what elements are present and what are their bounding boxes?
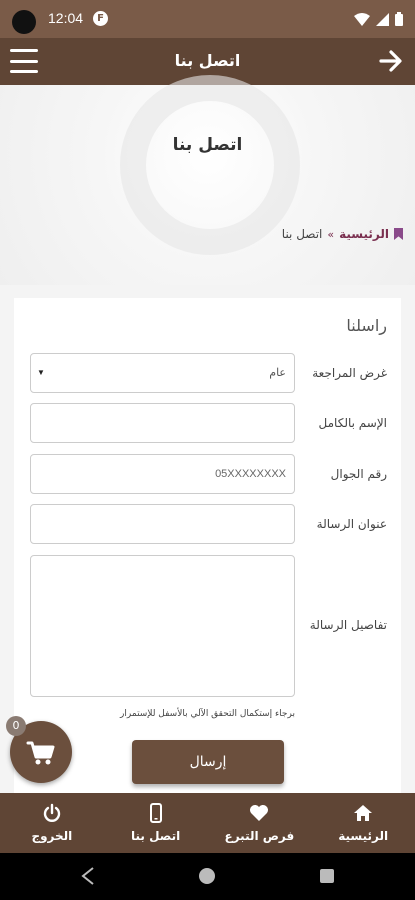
heart-icon — [250, 805, 269, 821]
breadcrumb-home-link[interactable]: الرئيسية — [339, 227, 389, 241]
system-home-icon[interactable] — [199, 868, 215, 884]
status-time: 12:04 — [48, 10, 84, 26]
page-header: اتصل بنا الرئيسية » اتصل بنا — [0, 75, 415, 285]
purpose-value: عام — [269, 367, 286, 379]
phone-icon — [149, 803, 162, 823]
mobile-input[interactable]: 05XXXXXXXX — [30, 454, 295, 494]
breadcrumb: الرئيسية » اتصل بنا — [282, 227, 403, 241]
dropdown-arrow-icon: ▼ — [37, 368, 45, 377]
full-name-label: الإسم بالكامل — [318, 416, 387, 430]
nav-item-home[interactable]: الرئيسية — [311, 793, 415, 853]
system-nav-bar — [0, 853, 415, 900]
subject-input[interactable] — [30, 504, 295, 544]
nav-label-contact: اتصل بنا — [131, 829, 181, 843]
subject-label: عنوان الرسالة — [316, 517, 387, 531]
decorative-ring — [120, 75, 300, 255]
system-recents-icon[interactable] — [320, 869, 334, 883]
full-name-input[interactable] — [30, 403, 295, 443]
power-icon — [43, 803, 61, 822]
signal-icon — [376, 12, 389, 26]
captcha-note: برجاء إستكمال التحقق الآلي بالأسفل للإست… — [120, 709, 295, 719]
contact-form-card: راسلنا غرض المراجعة عام ▼ الإسم بالكامل … — [14, 298, 401, 798]
submit-button[interactable]: إرسال — [132, 740, 284, 784]
nav-item-logout[interactable]: الخروج — [0, 793, 104, 853]
breadcrumb-current: اتصل بنا — [281, 227, 323, 241]
system-icons — [354, 12, 403, 26]
status-bar: 12:04 F — [0, 0, 415, 38]
purpose-label: غرض المراجعة — [312, 366, 387, 380]
nav-item-donations[interactable]: فرص التبرع — [208, 793, 312, 853]
details-textarea[interactable] — [30, 555, 295, 697]
app-bar-title: اتصل بنا — [174, 51, 241, 70]
arrow-right-icon[interactable] — [377, 47, 405, 75]
mobile-label: رقم الجوال — [330, 467, 387, 481]
cart-count-badge: 0 — [6, 716, 26, 736]
nav-item-contact[interactable]: اتصل بنا — [104, 793, 208, 853]
system-back-icon[interactable] — [78, 866, 98, 886]
bottom-nav: الرئيسية فرص التبرع اتصل بنا الخروج — [0, 793, 415, 853]
nav-label-home: الرئيسية — [338, 829, 389, 843]
nav-label-logout: الخروج — [31, 829, 73, 843]
page-title: اتصل بنا — [172, 135, 243, 155]
camera-cutout — [12, 10, 36, 34]
notification-icon: F — [93, 11, 108, 26]
battery-icon — [395, 12, 403, 26]
wifi-icon — [354, 12, 370, 26]
form-title: راسلنا — [346, 316, 387, 335]
home-icon — [354, 805, 373, 821]
breadcrumb-separator: » — [327, 227, 335, 241]
bookmark-icon — [394, 228, 403, 240]
purpose-select[interactable]: عام ▼ — [30, 353, 295, 393]
details-label: تفاصيل الرسالة — [309, 618, 387, 632]
nav-label-donations: فرص التبرع — [224, 829, 295, 843]
